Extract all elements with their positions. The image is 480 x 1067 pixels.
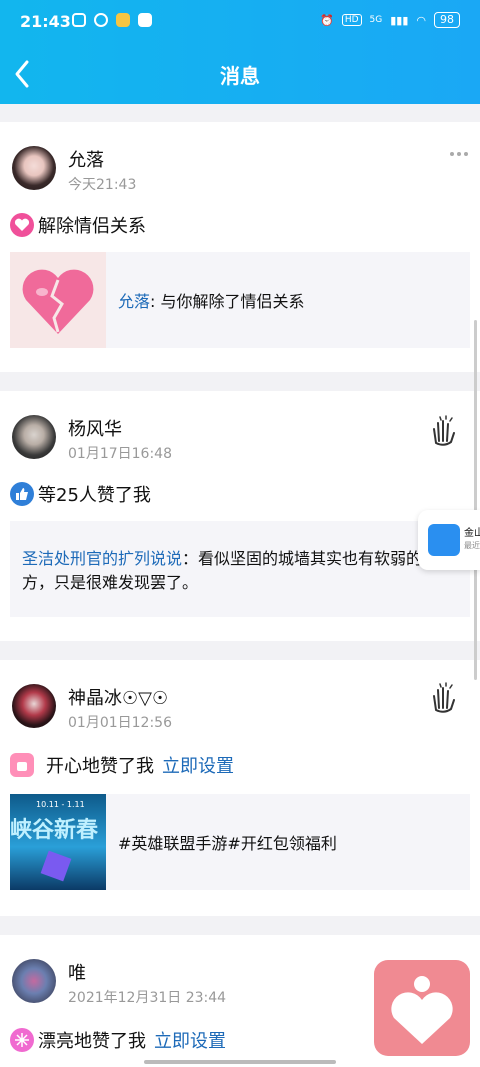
quoted-user-link[interactable]: 允落 xyxy=(118,292,150,311)
wechat-icon xyxy=(94,13,108,27)
floating-side-widget[interactable]: 金山 最近 xyxy=(418,510,480,570)
promo-gift-box xyxy=(40,850,72,882)
user-name[interactable]: 神晶冰☉▽☉ xyxy=(68,684,168,710)
message-card[interactable]: 允落 今天21:43 解除情侣关系 允落: 与你解除了情侣关系 xyxy=(0,122,480,372)
message-card[interactable]: 杨风华 01月17日16:48 等25人赞了我 圣洁处刑官的扩列说说：看似坚固的… xyxy=(0,391,480,641)
sparkle-badge-icon xyxy=(10,1028,34,1052)
action-text: 开心地赞了我 xyxy=(46,756,154,777)
thumbs-up-badge-icon xyxy=(10,482,34,506)
action-line: 解除情侣关系 xyxy=(10,212,146,238)
avatar[interactable] xyxy=(12,415,56,459)
avatar[interactable] xyxy=(12,146,56,190)
quoted-content[interactable]: 圣洁处刑官的扩列说说：看似坚固的城墙其实也有软弱的地 方，只是很难发现罢了。 xyxy=(10,521,470,617)
broken-heart-icon xyxy=(22,269,94,334)
promo-date: 10.11 - 1.11 xyxy=(36,800,85,809)
action-line: 开心地赞了我 立即设置 xyxy=(10,752,234,778)
user-name[interactable]: 允落 xyxy=(68,146,104,172)
broken-heart-thumbnail xyxy=(10,252,106,348)
heart-badge-icon xyxy=(10,213,34,237)
widget-label: 金山 xyxy=(464,528,480,539)
status-bar: 21:43 ⏰ HD 5G ▮▮▮ ◠ 98 xyxy=(0,0,480,44)
post-time: 2021年12月31日 23:44 xyxy=(68,990,227,1006)
network-label: 5G xyxy=(369,15,383,25)
wifi-icon: ◠ xyxy=(416,13,426,27)
system-icons: ⏰ HD 5G ▮▮▮ ◠ 98 xyxy=(320,12,460,28)
quoted-content[interactable]: 允落: 与你解除了情侣关系 xyxy=(10,252,470,348)
action-line: 等25人赞了我 xyxy=(10,481,151,507)
action-line: 漂亮地赞了我 立即设置 xyxy=(10,1027,226,1053)
game-promo-thumbnail: 10.11 - 1.11 峡谷新春 xyxy=(10,794,106,890)
floating-heart-button[interactable] xyxy=(374,960,470,1056)
home-indicator[interactable] xyxy=(144,1060,336,1064)
action-text: 解除情侣关系 xyxy=(38,216,146,237)
app-notification-icon xyxy=(116,13,130,27)
wave-hand-button[interactable] xyxy=(426,413,460,447)
post-time: 今天21:43 xyxy=(68,177,137,193)
action-text: 等25人赞了我 xyxy=(38,485,151,506)
message-card[interactable]: 神晶冰☉▽☉ 01月01日12:56 开心地赞了我 立即设置 10.11 - 1… xyxy=(0,660,480,916)
post-time: 01月17日16:48 xyxy=(68,446,172,462)
quoted-text: 圣洁处刑官的扩列说说：看似坚固的城墙其实也有软弱的地 方，只是很难发现罢了。 xyxy=(22,549,439,592)
page-title: 消息 xyxy=(220,64,260,88)
post-time: 01月01日12:56 xyxy=(68,715,172,731)
alarm-icon: ⏰ xyxy=(320,13,334,27)
user-name[interactable]: 杨风华 xyxy=(68,415,122,441)
wave-hand-button[interactable] xyxy=(426,680,460,714)
battery-icon: 98 xyxy=(434,12,460,28)
more-options-button[interactable] xyxy=(450,152,468,156)
scrollbar-thumb[interactable] xyxy=(474,320,477,680)
top-nav: 消息 xyxy=(0,44,480,104)
quoted-content[interactable]: 10.11 - 1.11 峡谷新春 #英雄联盟手游#开红包领福利 xyxy=(10,794,470,890)
gift-badge-icon xyxy=(10,753,34,777)
quoted-text: 允落: 与你解除了情侣关系 xyxy=(118,292,305,311)
quoted-text: #英雄联盟手游#开红包领福利 xyxy=(118,834,337,853)
heart-person-icon xyxy=(391,976,453,1044)
promo-title: 峡谷新春 xyxy=(10,818,99,843)
app-icon xyxy=(428,524,460,556)
avatar[interactable] xyxy=(12,959,56,1003)
mail-icon xyxy=(138,13,152,27)
avatar[interactable] xyxy=(12,684,56,728)
app-notification-icon xyxy=(72,13,86,27)
status-time: 21:43 xyxy=(20,12,71,31)
notification-icons xyxy=(72,13,152,27)
action-text: 漂亮地赞了我 xyxy=(38,1031,146,1052)
set-now-link[interactable]: 立即设置 xyxy=(154,1027,226,1053)
set-now-link[interactable]: 立即设置 xyxy=(162,752,234,778)
signal-icon: ▮▮▮ xyxy=(390,13,409,27)
user-name[interactable]: 唯 xyxy=(68,959,86,985)
quoted-user-link[interactable]: 圣洁处刑官的扩列说说 xyxy=(22,549,182,568)
hd-icon: HD xyxy=(341,14,362,26)
widget-sub: 最近 xyxy=(464,541,480,550)
